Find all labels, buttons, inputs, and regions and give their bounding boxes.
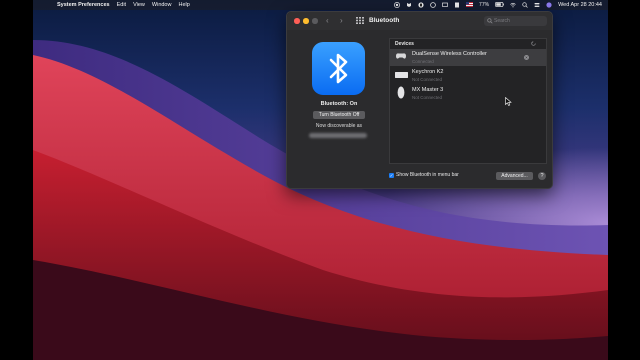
search-icon [487, 18, 493, 24]
discoverable-label: Now discoverable as [315, 123, 363, 129]
bluetooth-window: ‹ › Bluetooth Bluetooth: On Turn Bluetoo… [286, 11, 553, 189]
device-row-mx-master[interactable]: MX Master 3 Not Connected [390, 85, 546, 102]
spotlight-icon[interactable] [522, 2, 528, 8]
notes-icon[interactable] [454, 2, 460, 8]
back-arrow-icon[interactable]: ‹ [326, 16, 329, 25]
window-title: Bluetooth [369, 17, 400, 24]
loading-spinner-icon [531, 41, 536, 46]
control-center-icon[interactable] [534, 2, 540, 8]
minimize-button[interactable] [303, 18, 309, 24]
show-all-grid-icon[interactable] [356, 17, 364, 24]
device-name: MX Master 3 [412, 87, 444, 93]
record-icon[interactable] [394, 2, 400, 8]
battery-percent: 77% [479, 2, 490, 8]
search-field[interactable] [484, 16, 547, 26]
vpn-icon[interactable] [418, 2, 424, 8]
menu-edit[interactable]: Edit [117, 0, 126, 10]
help-button[interactable]: ? [538, 172, 546, 180]
remove-device-icon[interactable]: × [524, 55, 529, 60]
menu-bar: System Preferences Edit View Window Help… [33, 0, 608, 10]
menu-help[interactable]: Help [178, 0, 189, 10]
show-in-menu-bar-checkbox[interactable]: ✓ [389, 172, 394, 178]
show-in-menu-bar-option[interactable]: ✓ Show Bluetooth in menu bar [389, 172, 459, 178]
device-row-dualsense[interactable]: DualSense Wireless Controller Connected … [390, 49, 546, 66]
gamepad-icon [396, 53, 406, 59]
menu-window[interactable]: Window [152, 0, 172, 10]
device-status: Not Connected [412, 77, 443, 82]
mouse-icon [397, 86, 405, 99]
sync-icon[interactable] [430, 2, 436, 8]
battery-icon[interactable] [495, 2, 504, 8]
close-button[interactable] [294, 18, 300, 24]
menu-app-name[interactable]: System Preferences [57, 0, 110, 10]
mouse-pointer-icon [505, 97, 512, 106]
device-row-keychron[interactable]: Keychron K2 Not Connected [390, 67, 546, 84]
keyboard-icon [395, 72, 408, 78]
turn-bluetooth-off-button[interactable]: Turn Bluetooth Off [313, 111, 365, 119]
advanced-button[interactable]: Advanced... [496, 172, 533, 180]
siri-icon[interactable] [546, 2, 552, 8]
devices-header: Devices [395, 41, 414, 47]
flag-icon[interactable] [466, 2, 474, 8]
display-icon[interactable] [442, 2, 448, 8]
device-status: Not Connected [412, 95, 443, 100]
bluetooth-large-icon [312, 42, 365, 95]
blurred-device-name [309, 133, 367, 138]
show-in-menu-bar-label: Show Bluetooth in menu bar [396, 172, 459, 178]
bluetooth-status: Bluetooth: On [320, 101, 358, 107]
forward-arrow-icon[interactable]: › [340, 16, 343, 25]
dropbox-icon[interactable] [406, 2, 412, 8]
zoom-button[interactable] [312, 18, 318, 24]
device-status: Connected [412, 59, 434, 64]
menu-clock[interactable]: Wed Apr 28 20:44 [558, 0, 602, 10]
device-name: Keychron K2 [412, 69, 444, 75]
devices-list: Devices DualSense Wireless Controller Co… [389, 38, 547, 164]
status-area: 77% Wed Apr 28 20:44 [394, 0, 608, 10]
title-bar[interactable]: ‹ › Bluetooth [287, 12, 552, 30]
menu-view[interactable]: View [133, 0, 145, 10]
search-input[interactable] [494, 16, 544, 26]
wifi-icon[interactable] [510, 2, 516, 8]
device-name: DualSense Wireless Controller [412, 51, 487, 57]
